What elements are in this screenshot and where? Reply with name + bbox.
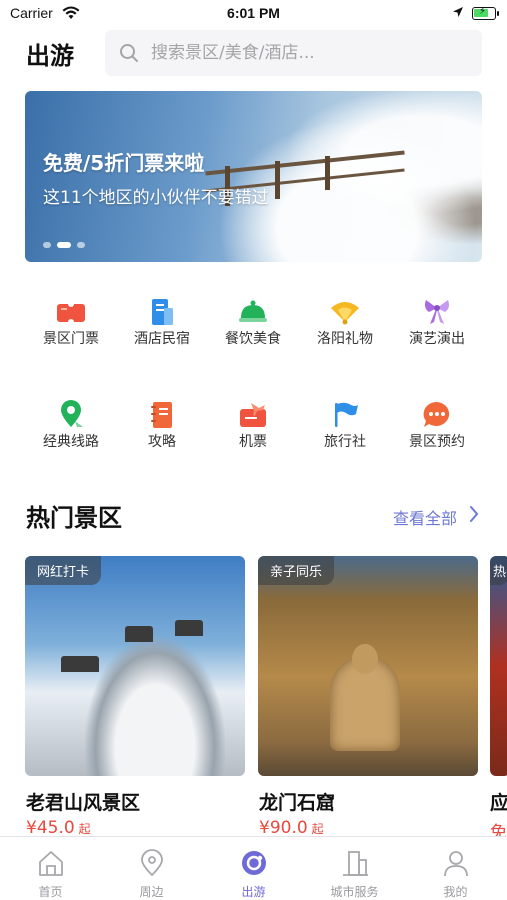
category-reservation[interactable]: 景区预约 <box>397 399 477 459</box>
route-pin-icon <box>55 399 87 431</box>
section-title: 热门景区 <box>26 504 122 532</box>
category-guides[interactable]: 攻略 <box>122 399 202 459</box>
price-unit: 起 <box>78 822 91 836</box>
category-label: 洛阳礼物 <box>317 331 373 347</box>
search-icon <box>119 43 139 67</box>
pagination-dot-active[interactable] <box>57 242 71 248</box>
notebook-icon <box>146 399 178 431</box>
tab-label: 出游 <box>241 885 266 899</box>
card-tag: 热 <box>490 556 507 585</box>
travel-circle-icon <box>240 849 268 877</box>
ticket-icon <box>55 296 87 328</box>
chevron-right-icon <box>469 505 479 527</box>
plane-ticket-icon <box>237 399 269 431</box>
card-title[interactable]: 老君山风景区 <box>26 788 140 815</box>
clock: 6:01 PM <box>227 5 280 21</box>
top-header: 出游 <box>0 28 507 78</box>
mountain-image <box>85 636 225 776</box>
price-value: ¥90.0 <box>259 818 308 838</box>
bottom-tab-bar: 首页 周边 出游 城市服务 我的 <box>0 836 507 900</box>
pagination-dot[interactable] <box>43 242 51 248</box>
category-scenic-tickets[interactable]: 景区门票 <box>31 296 111 356</box>
battery-icon: ⚡ <box>472 6 499 20</box>
category-hotels[interactable]: 酒店民宿 <box>122 296 202 356</box>
promo-banner[interactable]: 免费/5折门票来啦 这11个地区的小伙伴不要错过 <box>25 91 482 262</box>
bow-icon <box>421 296 453 328</box>
category-label: 餐饮美食 <box>225 331 281 347</box>
home-icon <box>37 849 65 877</box>
tab-city-services[interactable]: 城市服务 <box>304 845 405 899</box>
person-icon <box>442 849 470 877</box>
category-gifts[interactable]: 洛阳礼物 <box>305 296 385 356</box>
flag-icon <box>329 399 361 431</box>
tab-travel[interactable]: 出游 <box>203 845 304 899</box>
location-arrow-icon <box>452 6 464 22</box>
category-food[interactable]: 餐饮美食 <box>213 296 293 356</box>
tab-label: 周边 <box>139 885 164 899</box>
category-label: 旅行社 <box>324 434 366 450</box>
price-value: ¥45.0 <box>26 818 75 838</box>
tab-profile[interactable]: 我的 <box>405 845 506 899</box>
pagination-dot[interactable] <box>77 242 85 248</box>
card-tag: 网红打卡 <box>25 556 102 585</box>
category-travel-agency[interactable]: 旅行社 <box>305 399 385 459</box>
page-title: 出游 <box>26 42 74 70</box>
category-label: 经典线路 <box>43 434 99 450</box>
banner-pagination[interactable] <box>43 242 85 248</box>
tab-home[interactable]: 首页 <box>0 845 101 899</box>
category-label: 攻略 <box>148 434 176 450</box>
view-all-link[interactable]: 查看全部 <box>393 505 479 529</box>
search-bar[interactable] <box>105 30 482 76</box>
banner-subline: 这11个地区的小伙伴不要错过 <box>43 188 269 208</box>
status-bar: Carrier 6:01 PM ⚡ <box>0 0 507 28</box>
card-price: ¥45.0 起 <box>26 818 91 838</box>
banner-decoration <box>325 156 330 190</box>
pavilion-image <box>175 620 203 636</box>
attraction-card-image[interactable]: 热 <box>490 556 507 776</box>
price-unit: 起 <box>311 822 324 836</box>
card-tag: 亲子同乐 <box>258 556 335 585</box>
attraction-card-image[interactable]: 网红打卡 <box>25 556 245 776</box>
category-label: 酒店民宿 <box>134 331 190 347</box>
hotel-icon <box>146 296 178 328</box>
banner-headline: 免费/5折门票来啦 <box>43 151 205 175</box>
food-cloche-icon <box>237 296 269 328</box>
card-price: ¥90.0 起 <box>259 818 324 838</box>
category-label: 机票 <box>239 434 267 450</box>
fan-icon <box>329 296 361 328</box>
card-title[interactable]: 应 <box>490 788 507 815</box>
category-label: 演艺演出 <box>409 331 465 347</box>
banner-decoration <box>275 161 280 199</box>
category-flights[interactable]: 机票 <box>213 399 293 459</box>
pavilion-image <box>61 656 99 672</box>
city-buildings-icon <box>341 849 369 877</box>
search-input[interactable] <box>151 40 471 66</box>
category-classic-routes[interactable]: 经典线路 <box>31 399 111 459</box>
pavilion-image <box>125 626 153 642</box>
category-label: 景区门票 <box>43 331 99 347</box>
card-title[interactable]: 龙门石窟 <box>259 788 335 815</box>
view-all-label: 查看全部 <box>393 509 458 528</box>
location-pin-icon <box>138 849 166 877</box>
tab-label: 首页 <box>38 885 63 899</box>
category-performances[interactable]: 演艺演出 <box>397 296 477 356</box>
tab-label: 城市服务 <box>330 885 379 899</box>
tab-nearby[interactable]: 周边 <box>101 845 202 899</box>
buddha-head-image <box>352 644 378 674</box>
category-label: 景区预约 <box>409 434 465 450</box>
tab-label: 我的 <box>443 885 468 899</box>
chat-bubble-icon <box>421 399 453 431</box>
attraction-card-image[interactable]: 亲子同乐 <box>258 556 478 776</box>
